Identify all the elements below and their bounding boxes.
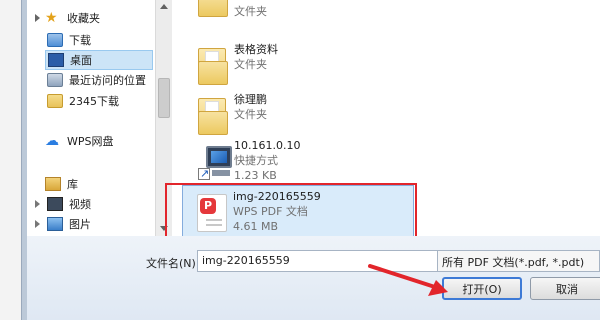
nav-item-downloads[interactable]: 下载 <box>47 30 91 50</box>
nav-item-videos[interactable]: 视频 <box>35 194 91 214</box>
expand-arrow-icon[interactable] <box>35 14 40 22</box>
video-library-icon <box>47 197 63 211</box>
file-name: 10.161.0.10 <box>234 139 301 152</box>
file-size: 4.61 MB <box>233 220 279 233</box>
nav-item-pictures[interactable]: 图片 <box>35 214 91 234</box>
nav-item-label: 桌面 <box>70 54 92 67</box>
nav-item-label: 收藏夹 <box>67 12 100 25</box>
downloads-folder-icon <box>47 33 63 47</box>
filename-label: 文件名(N): <box>146 257 200 270</box>
nav-item-libraries[interactable]: 库 <box>45 174 78 194</box>
expand-arrow-icon[interactable] <box>35 200 40 208</box>
nav-item-desktop[interactable]: 桌面 <box>45 50 153 70</box>
recent-places-icon <box>47 73 63 87</box>
nav-item-label: 下载 <box>69 34 91 47</box>
file-type-filter-select[interactable]: 所有 PDF 文档(*.pdf, *.pdt) <box>437 250 600 272</box>
file-type: 文件夹 <box>234 108 267 121</box>
nav-item-label: 2345下载 <box>69 95 119 108</box>
desktop-icon <box>48 53 64 67</box>
cancel-button[interactable]: 取消 <box>530 277 600 300</box>
scroll-down-arrow-icon[interactable] <box>160 226 168 231</box>
filename-input[interactable]: img-220165559 <box>197 250 457 272</box>
nav-item-label: 图片 <box>69 218 91 231</box>
pdf-file-icon: P <box>191 190 231 232</box>
expand-arrow-icon[interactable] <box>35 220 40 228</box>
file-type: 文件夹 <box>234 5 267 18</box>
file-name: 表格资料 <box>234 43 278 56</box>
file-type: WPS PDF 文档 <box>233 205 308 218</box>
nav-item-wps-cloud[interactable]: ☁ WPS网盘 <box>45 131 114 151</box>
folder-icon <box>194 44 234 85</box>
navigation-scrollbar[interactable] <box>155 0 172 236</box>
scrollbar-thumb[interactable] <box>158 78 170 118</box>
dialog-bottom-bar: 文件名(N): img-220165559 所有 PDF 文档(*.pdf, *… <box>27 236 600 320</box>
nav-item-label: 最近访问的位置 <box>69 74 146 87</box>
nav-item-label: 视频 <box>69 198 91 211</box>
file-type: 文件夹 <box>234 58 267 71</box>
file-item-folder[interactable]: 徐理鹏 文件夹 <box>184 88 424 138</box>
nav-item-2345-downloads[interactable]: 2345下载 <box>47 91 119 111</box>
file-item-pdf-selected[interactable]: P img-220165559 WPS PDF 文档 4.61 MB <box>182 185 414 236</box>
navigation-pane: ★ 收藏夹 下载 桌面 最近访问的位置 2345下载 ☁ WPS网盘 库 视频 … <box>27 0 155 236</box>
folder-icon <box>194 94 234 135</box>
nav-item-label: WPS网盘 <box>67 135 114 148</box>
network-shortcut-icon <box>194 140 234 180</box>
nav-item-recent-places[interactable]: 最近访问的位置 <box>47 70 146 90</box>
file-type: 快捷方式 <box>234 154 278 167</box>
cloud-icon: ☁ <box>45 133 59 149</box>
folder-icon <box>194 0 234 17</box>
file-list-pane: 文件夹 表格资料 文件夹 徐理鹏 文件夹 10.161.0.10 快捷方式 1.… <box>172 0 600 236</box>
nav-item-favorites[interactable]: ★ 收藏夹 <box>35 8 100 28</box>
nav-item-label: 库 <box>67 178 78 191</box>
scroll-up-arrow-icon[interactable] <box>160 4 168 9</box>
file-item-shortcut[interactable]: 10.161.0.10 快捷方式 1.23 KB <box>184 134 424 184</box>
file-item-folder[interactable]: 表格资料 文件夹 <box>184 38 424 88</box>
file-name: 徐理鹏 <box>234 93 267 106</box>
library-icon <box>45 177 61 191</box>
folder-icon <box>47 94 63 108</box>
favorites-star-icon: ★ <box>45 10 58 26</box>
file-name: img-220165559 <box>233 190 321 203</box>
file-size: 1.23 KB <box>234 169 277 182</box>
background-window-edge <box>0 0 27 320</box>
open-button[interactable]: 打开(O) <box>442 277 522 300</box>
pictures-library-icon <box>47 217 63 231</box>
file-item-partial[interactable]: 文件夹 <box>184 0 424 20</box>
